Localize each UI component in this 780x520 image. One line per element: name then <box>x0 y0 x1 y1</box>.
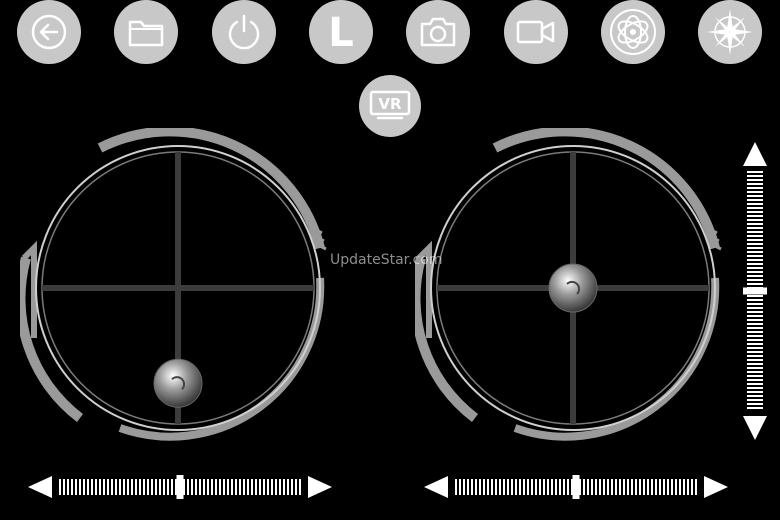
right-trim-slider[interactable] <box>424 474 728 500</box>
left-arrow-icon[interactable] <box>424 476 448 498</box>
right-joystick[interactable] <box>415 128 735 448</box>
trim-handle[interactable] <box>176 475 184 499</box>
compass-button[interactable] <box>698 0 762 64</box>
video-camera-icon <box>516 20 555 44</box>
power-icon <box>228 14 260 50</box>
folder-icon <box>128 20 164 47</box>
up-arrow-icon[interactable] <box>743 142 767 166</box>
joystick-knob[interactable] <box>153 358 203 408</box>
down-arrow-icon[interactable] <box>743 416 767 440</box>
camera-button[interactable] <box>406 0 470 64</box>
letter-l-icon: L <box>328 10 354 56</box>
back-button[interactable] <box>17 0 81 64</box>
left-arrow-icon[interactable] <box>28 476 52 498</box>
camera-icon <box>420 17 456 47</box>
controller-screen: L VR UpdateStar.com <box>0 0 780 520</box>
vertical-trim-slider[interactable] <box>740 142 770 440</box>
joystick-knob[interactable] <box>548 263 598 313</box>
back-arrow-icon <box>31 14 67 50</box>
vr-button[interactable]: VR <box>359 75 421 137</box>
trim-handle[interactable] <box>572 475 580 499</box>
compass-icon <box>707 9 753 55</box>
video-button[interactable] <box>504 0 568 64</box>
trim-handle[interactable] <box>743 287 767 295</box>
gyroscope-icon <box>610 9 656 55</box>
power-button[interactable] <box>212 0 276 64</box>
vr-headset-icon: VR <box>369 90 411 120</box>
left-trim-slider[interactable] <box>28 474 332 500</box>
mode-l-button[interactable]: L <box>309 0 373 64</box>
folder-button[interactable] <box>114 0 178 64</box>
svg-text:VR: VR <box>378 95 402 113</box>
gyro-button[interactable] <box>601 0 665 64</box>
right-arrow-icon[interactable] <box>704 476 728 498</box>
right-arrow-icon[interactable] <box>308 476 332 498</box>
left-joystick[interactable] <box>20 128 340 448</box>
